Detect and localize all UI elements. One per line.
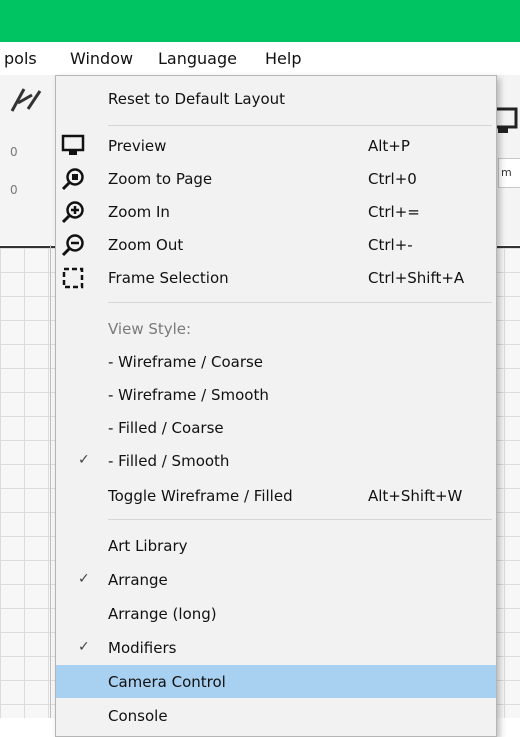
menu-item-modifiers[interactable]: ✓ Modifiers bbox=[56, 631, 496, 664]
value-label: 0 bbox=[10, 145, 18, 159]
menu-item-console[interactable]: Console bbox=[56, 699, 496, 732]
shortcut-label: Alt+Shift+W bbox=[368, 487, 463, 505]
menu-item-toggle-wireframe[interactable]: Toggle Wireframe / Filled Alt+Shift+W bbox=[56, 479, 496, 512]
menu-item-label: Camera Control bbox=[108, 673, 226, 691]
section-header-label: View Style: bbox=[108, 320, 192, 338]
menu-item-wireframe-smooth[interactable]: - Wireframe / Smooth bbox=[56, 378, 496, 411]
check-icon: ✓ bbox=[78, 639, 90, 655]
menu-help[interactable]: Help bbox=[265, 49, 301, 68]
shortcut-label: Alt+P bbox=[368, 137, 410, 155]
menu-item-camera-control[interactable]: Camera Control bbox=[56, 665, 496, 698]
menu-item-zoom-to-page[interactable]: Zoom to Page Ctrl+0 bbox=[56, 162, 496, 195]
menu-separator bbox=[108, 125, 492, 126]
menu-item-label: Zoom Out bbox=[108, 236, 184, 254]
title-bar bbox=[0, 0, 520, 42]
menu-language[interactable]: Language bbox=[158, 49, 237, 68]
menu-item-zoom-out[interactable]: Zoom Out Ctrl+- bbox=[56, 228, 496, 261]
unit-field[interactable]: m bbox=[498, 158, 520, 188]
zoom-out-icon bbox=[61, 234, 84, 257]
menu-separator bbox=[108, 302, 492, 303]
menu-item-wireframe-coarse[interactable]: - Wireframe / Coarse bbox=[56, 345, 496, 378]
zoom-page-icon bbox=[61, 168, 84, 191]
zoom-in-icon bbox=[61, 201, 84, 224]
menu-item-label: Toggle Wireframe / Filled bbox=[108, 487, 293, 505]
menu-item-label: Frame Selection bbox=[108, 269, 229, 287]
menu-item-label: Reset to Default Layout bbox=[108, 90, 286, 108]
menu-item-label: Preview bbox=[108, 137, 167, 155]
menu-item-label: Arrange (long) bbox=[108, 605, 217, 623]
menu-tools[interactable]: pols bbox=[4, 49, 37, 68]
menu-item-reset-layout[interactable]: Reset to Default Layout bbox=[56, 82, 496, 115]
menu-item-label: Zoom to Page bbox=[108, 170, 213, 188]
check-icon: ✓ bbox=[78, 452, 90, 468]
shortcut-label: Ctrl+0 bbox=[368, 170, 417, 188]
check-icon: ✓ bbox=[78, 571, 90, 587]
menu-bar: pols Window Language Help bbox=[0, 42, 520, 75]
menu-item-filled-smooth[interactable]: ✓ - Filled / Smooth bbox=[56, 444, 496, 477]
menu-item-label: - Filled / Coarse bbox=[108, 419, 224, 437]
view-style-header: View Style: bbox=[56, 312, 496, 345]
menu-item-arrange-long[interactable]: Arrange (long) bbox=[56, 597, 496, 630]
window-menu-dropdown: Reset to Default Layout Preview Alt+P Zo… bbox=[55, 75, 497, 737]
menu-item-label: Arrange bbox=[108, 571, 168, 589]
menu-item-zoom-in[interactable]: Zoom In Ctrl+= bbox=[56, 195, 496, 228]
ruler-line bbox=[50, 245, 51, 718]
menu-item-label: - Filled / Smooth bbox=[108, 452, 230, 470]
shortcut-label: Ctrl+= bbox=[368, 203, 420, 221]
menu-window[interactable]: Window bbox=[70, 49, 133, 68]
shortcut-label: Ctrl+- bbox=[368, 236, 413, 254]
frame-selection-icon bbox=[62, 267, 84, 289]
shortcut-label: Ctrl+Shift+A bbox=[368, 269, 465, 287]
menu-item-label: Modifiers bbox=[108, 639, 177, 657]
menu-item-label: Console bbox=[108, 707, 168, 725]
menu-separator bbox=[108, 519, 492, 520]
menu-item-frame-selection[interactable]: Frame Selection Ctrl+Shift+A bbox=[56, 261, 496, 294]
menu-item-preview[interactable]: Preview Alt+P bbox=[56, 129, 496, 162]
tool-icon[interactable] bbox=[6, 81, 46, 121]
menu-item-filled-coarse[interactable]: - Filled / Coarse bbox=[56, 411, 496, 444]
menu-item-art-library[interactable]: Art Library bbox=[56, 529, 496, 562]
monitor-icon bbox=[61, 134, 85, 155]
value-label: 0 bbox=[10, 183, 18, 197]
menu-item-label: - Wireframe / Smooth bbox=[108, 386, 269, 404]
menu-item-arrange[interactable]: ✓ Arrange bbox=[56, 563, 496, 596]
menu-item-label: Art Library bbox=[108, 537, 188, 555]
menu-item-label: - Wireframe / Coarse bbox=[108, 353, 264, 371]
menu-item-label: Zoom In bbox=[108, 203, 170, 221]
